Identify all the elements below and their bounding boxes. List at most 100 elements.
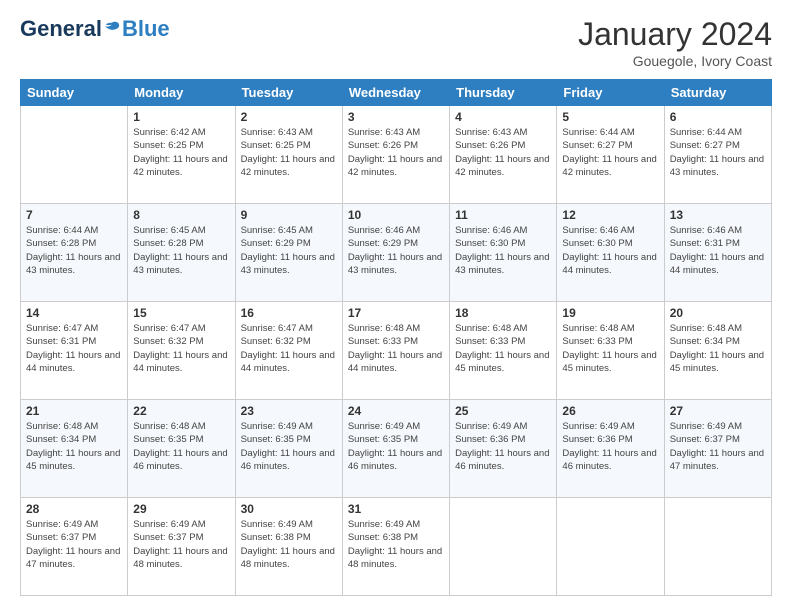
day-info: Sunrise: 6:49 AM Sunset: 6:38 PM Dayligh… [348, 518, 444, 571]
day-number: 1 [133, 110, 229, 124]
day-number: 3 [348, 110, 444, 124]
calendar-header-row: Sunday Monday Tuesday Wednesday Thursday… [21, 80, 772, 106]
day-info: Sunrise: 6:47 AM Sunset: 6:31 PM Dayligh… [26, 322, 122, 375]
day-info: Sunrise: 6:48 AM Sunset: 6:33 PM Dayligh… [455, 322, 551, 375]
table-row: 30 Sunrise: 6:49 AM Sunset: 6:38 PM Dayli… [235, 498, 342, 596]
day-info: Sunrise: 6:49 AM Sunset: 6:35 PM Dayligh… [241, 420, 337, 473]
table-row: 24 Sunrise: 6:49 AM Sunset: 6:35 PM Dayli… [342, 400, 449, 498]
day-info: Sunrise: 6:46 AM Sunset: 6:30 PM Dayligh… [455, 224, 551, 277]
day-number: 26 [562, 404, 658, 418]
title-section: January 2024 Gouegole, Ivory Coast [578, 16, 772, 69]
table-row: 18Sunrise: 6:48 AM Sunset: 6:33 PM Dayli… [450, 302, 557, 400]
calendar-week-row: 21 Sunrise: 6:48 AM Sunset: 6:34 PM Dayli… [21, 400, 772, 498]
calendar-week-row: 7Sunrise: 6:44 AM Sunset: 6:28 PM Daylig… [21, 204, 772, 302]
header-saturday: Saturday [664, 80, 771, 106]
logo: General Blue [20, 16, 170, 42]
day-number: 20 [670, 306, 766, 320]
table-row: 25 Sunrise: 6:49 AM Sunset: 6:36 PM Dayli… [450, 400, 557, 498]
day-number: 31 [348, 502, 444, 516]
day-number: 16 [241, 306, 337, 320]
day-info: Sunrise: 6:48 AM Sunset: 6:33 PM Dayligh… [348, 322, 444, 375]
day-info: Sunrise: 6:49 AM Sunset: 6:37 PM Dayligh… [26, 518, 122, 571]
day-number: 6 [670, 110, 766, 124]
day-number: 24 [348, 404, 444, 418]
header-monday: Monday [128, 80, 235, 106]
day-info: Sunrise: 6:49 AM Sunset: 6:35 PM Dayligh… [348, 420, 444, 473]
table-row: 5 Sunrise: 6:44 AM Sunset: 6:27 PM Daylig… [557, 106, 664, 204]
day-number: 28 [26, 502, 122, 516]
table-row: 19Sunrise: 6:48 AM Sunset: 6:33 PM Dayli… [557, 302, 664, 400]
table-row: 1 Sunrise: 6:42 AM Sunset: 6:25 PM Daylig… [128, 106, 235, 204]
location: Gouegole, Ivory Coast [578, 53, 772, 69]
day-info: Sunrise: 6:49 AM Sunset: 6:37 PM Dayligh… [670, 420, 766, 473]
day-info: Sunrise: 6:48 AM Sunset: 6:34 PM Dayligh… [670, 322, 766, 375]
table-row: 11 Sunrise: 6:46 AM Sunset: 6:30 PM Dayli… [450, 204, 557, 302]
day-info: Sunrise: 6:48 AM Sunset: 6:33 PM Dayligh… [562, 322, 658, 375]
table-row: 2 Sunrise: 6:43 AM Sunset: 6:25 PM Daylig… [235, 106, 342, 204]
table-row: 23 Sunrise: 6:49 AM Sunset: 6:35 PM Dayli… [235, 400, 342, 498]
day-info: Sunrise: 6:49 AM Sunset: 6:37 PM Dayligh… [133, 518, 229, 571]
day-number: 5 [562, 110, 658, 124]
table-row: 10 Sunrise: 6:46 AM Sunset: 6:29 PM Dayli… [342, 204, 449, 302]
table-row: 14 Sunrise: 6:47 AM Sunset: 6:31 PM Dayli… [21, 302, 128, 400]
day-number: 25 [455, 404, 551, 418]
day-number: 12 [562, 208, 658, 222]
header-thursday: Thursday [450, 80, 557, 106]
table-row: 13Sunrise: 6:46 AM Sunset: 6:31 PM Dayli… [664, 204, 771, 302]
day-number: 22 [133, 404, 229, 418]
day-info: Sunrise: 6:49 AM Sunset: 6:38 PM Dayligh… [241, 518, 337, 571]
day-number: 11 [455, 208, 551, 222]
table-row: 20 Sunrise: 6:48 AM Sunset: 6:34 PM Dayli… [664, 302, 771, 400]
table-row [21, 106, 128, 204]
day-number: 17 [348, 306, 444, 320]
calendar-week-row: 14 Sunrise: 6:47 AM Sunset: 6:31 PM Dayli… [21, 302, 772, 400]
logo-bird-icon [103, 20, 121, 38]
table-row: 22 Sunrise: 6:48 AM Sunset: 6:35 PM Dayli… [128, 400, 235, 498]
header-tuesday: Tuesday [235, 80, 342, 106]
day-number: 10 [348, 208, 444, 222]
logo-text: General Blue [20, 16, 170, 42]
day-number: 23 [241, 404, 337, 418]
day-info: Sunrise: 6:47 AM Sunset: 6:32 PM Dayligh… [241, 322, 337, 375]
day-info: Sunrise: 6:42 AM Sunset: 6:25 PM Dayligh… [133, 126, 229, 179]
table-row: 15 Sunrise: 6:47 AM Sunset: 6:32 PM Dayli… [128, 302, 235, 400]
table-row: 28 Sunrise: 6:49 AM Sunset: 6:37 PM Dayli… [21, 498, 128, 596]
day-number: 29 [133, 502, 229, 516]
table-row: 16 Sunrise: 6:47 AM Sunset: 6:32 PM Dayli… [235, 302, 342, 400]
day-number: 30 [241, 502, 337, 516]
logo-general: General [20, 16, 102, 42]
table-row: 29 Sunrise: 6:49 AM Sunset: 6:37 PM Dayli… [128, 498, 235, 596]
table-row [664, 498, 771, 596]
day-number: 4 [455, 110, 551, 124]
table-row: 8Sunrise: 6:45 AM Sunset: 6:28 PM Daylig… [128, 204, 235, 302]
day-info: Sunrise: 6:43 AM Sunset: 6:25 PM Dayligh… [241, 126, 337, 179]
day-info: Sunrise: 6:43 AM Sunset: 6:26 PM Dayligh… [348, 126, 444, 179]
day-info: Sunrise: 6:48 AM Sunset: 6:35 PM Dayligh… [133, 420, 229, 473]
table-row: 26Sunrise: 6:49 AM Sunset: 6:36 PM Dayli… [557, 400, 664, 498]
table-row: 27 Sunrise: 6:49 AM Sunset: 6:37 PM Dayli… [664, 400, 771, 498]
day-info: Sunrise: 6:49 AM Sunset: 6:36 PM Dayligh… [455, 420, 551, 473]
day-info: Sunrise: 6:48 AM Sunset: 6:34 PM Dayligh… [26, 420, 122, 473]
day-info: Sunrise: 6:44 AM Sunset: 6:27 PM Dayligh… [670, 126, 766, 179]
page: General Blue January 2024 Gouegole, Ivor… [0, 0, 792, 612]
calendar-week-row: 28 Sunrise: 6:49 AM Sunset: 6:37 PM Dayli… [21, 498, 772, 596]
header-wednesday: Wednesday [342, 80, 449, 106]
table-row: 3 Sunrise: 6:43 AM Sunset: 6:26 PM Daylig… [342, 106, 449, 204]
table-row: 17 Sunrise: 6:48 AM Sunset: 6:33 PM Dayli… [342, 302, 449, 400]
table-row: 9Sunrise: 6:45 AM Sunset: 6:29 PM Daylig… [235, 204, 342, 302]
day-number: 27 [670, 404, 766, 418]
day-info: Sunrise: 6:44 AM Sunset: 6:27 PM Dayligh… [562, 126, 658, 179]
day-number: 15 [133, 306, 229, 320]
day-number: 7 [26, 208, 122, 222]
logo-blue: Blue [122, 16, 170, 42]
day-info: Sunrise: 6:46 AM Sunset: 6:31 PM Dayligh… [670, 224, 766, 277]
header-friday: Friday [557, 80, 664, 106]
day-info: Sunrise: 6:46 AM Sunset: 6:29 PM Dayligh… [348, 224, 444, 277]
table-row: 21 Sunrise: 6:48 AM Sunset: 6:34 PM Dayli… [21, 400, 128, 498]
day-number: 21 [26, 404, 122, 418]
day-info: Sunrise: 6:45 AM Sunset: 6:28 PM Dayligh… [133, 224, 229, 277]
day-info: Sunrise: 6:47 AM Sunset: 6:32 PM Dayligh… [133, 322, 229, 375]
day-number: 2 [241, 110, 337, 124]
day-number: 14 [26, 306, 122, 320]
month-title: January 2024 [578, 16, 772, 53]
